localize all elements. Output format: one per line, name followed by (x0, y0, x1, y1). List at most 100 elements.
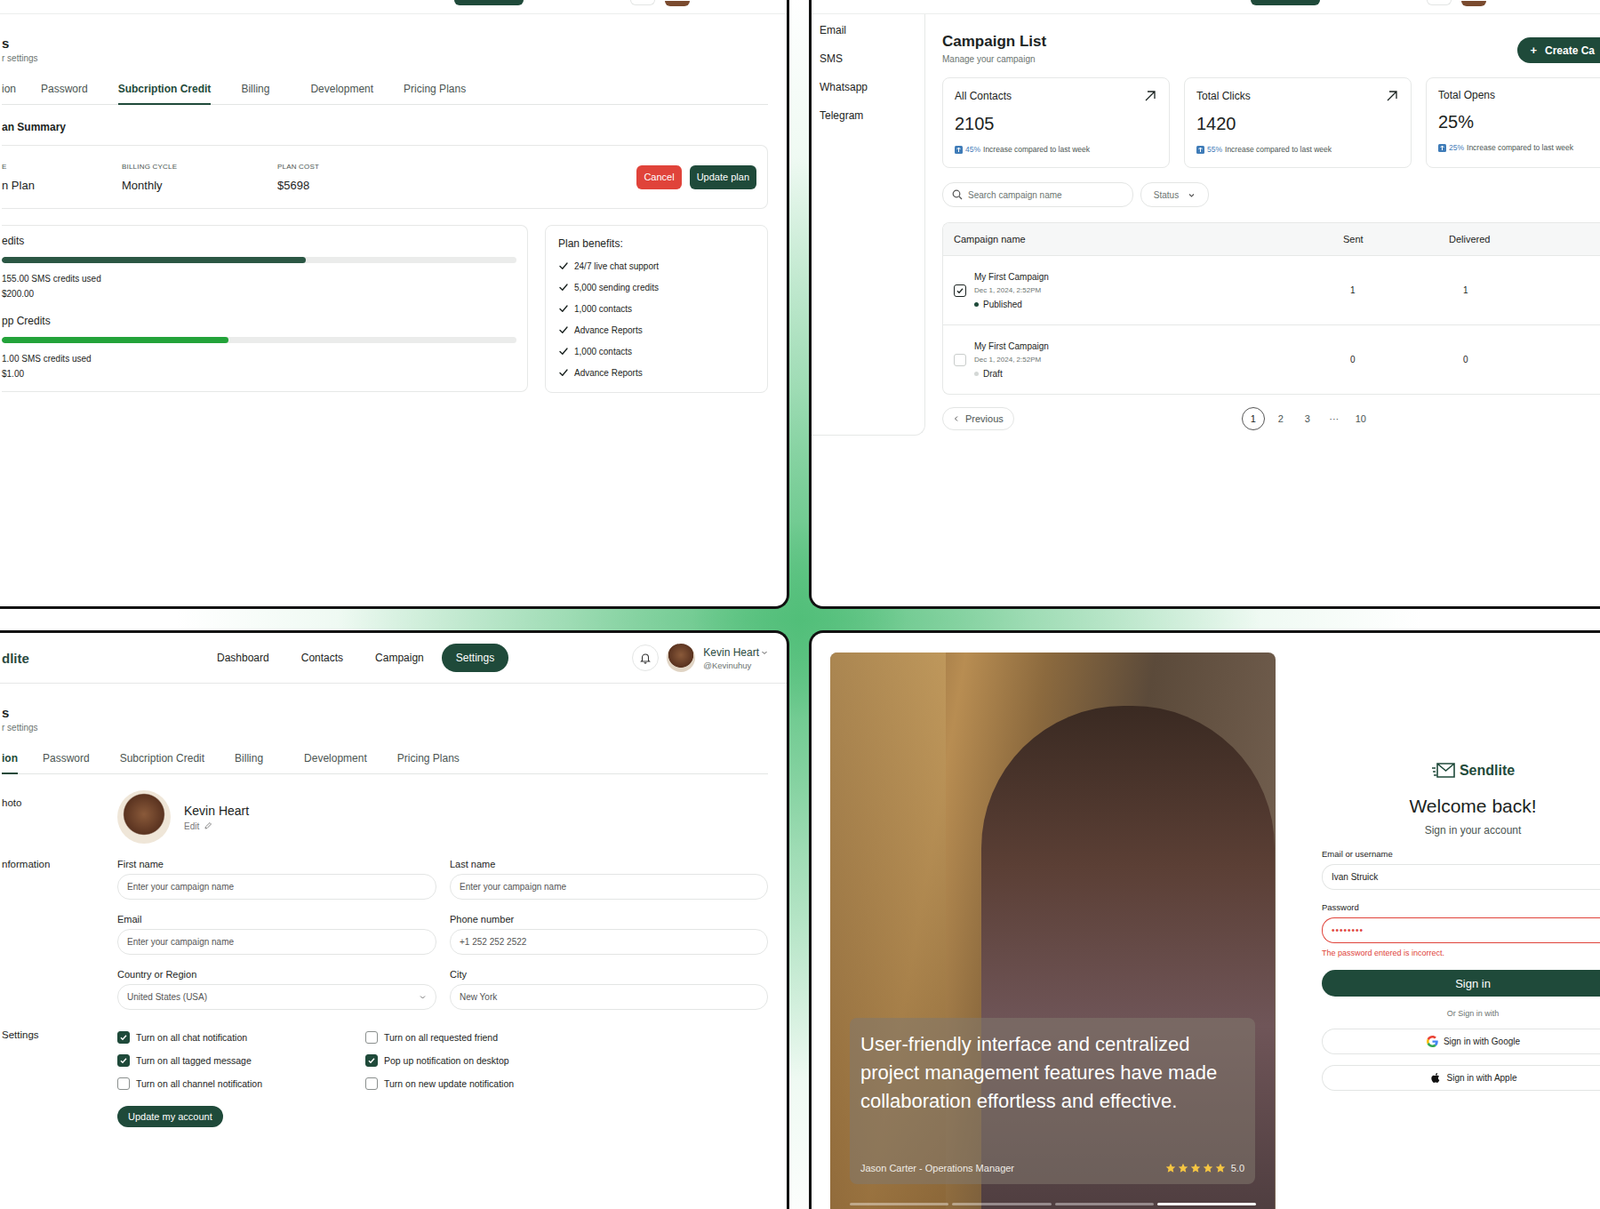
showcase: sr settingsionPasswordSubcription Credit… (0, 0, 1600, 1209)
page-button[interactable]: 1 (1241, 407, 1265, 431)
edit-button[interactable]: Edit (184, 821, 249, 832)
search-icon (952, 189, 963, 200)
section-label: Settings (1, 1029, 118, 1128)
slide-dot[interactable] (849, 1202, 949, 1206)
tab[interactable]: Billing (234, 752, 264, 775)
checkbox[interactable] (365, 1077, 378, 1090)
status-dropdown[interactable]: Status (1140, 182, 1209, 208)
search-field[interactable]: Search campaign name (942, 182, 1134, 208)
previous-button[interactable]: Previous (942, 407, 1015, 431)
social-sign-in-button[interactable]: Sign in with Google (1321, 1028, 1600, 1055)
bell-button[interactable] (632, 644, 659, 672)
profile-photo[interactable] (117, 790, 171, 844)
avatar[interactable] (666, 643, 696, 672)
slide-dot[interactable] (1055, 1202, 1154, 1206)
star-icon (1177, 1162, 1189, 1174)
tab[interactable]: Development (304, 752, 368, 775)
text-input[interactable]: Enter your campaign name (117, 873, 437, 900)
tab[interactable]: ion (1, 82, 16, 105)
check-icon (558, 303, 569, 314)
campaign-table: Campaign nameSentDeliveredMy First Campa… (942, 222, 1600, 395)
apple-icon (1430, 1072, 1442, 1084)
tab[interactable]: Pricing Plans (403, 82, 466, 105)
nav-item[interactable]: Contacts (287, 643, 358, 672)
login-field: Password••••••••The password entered is … (1321, 902, 1600, 958)
sidebar-item[interactable]: Telegram (819, 109, 925, 138)
form-field: First nameEnter your campaign name (117, 858, 437, 900)
page-button[interactable]: 2 (1270, 408, 1292, 430)
avatar[interactable] (664, 0, 690, 7)
star-icon (1202, 1162, 1214, 1174)
arrow-up-right-icon (1143, 88, 1158, 104)
sidebar-item[interactable]: Whatsapp (819, 80, 925, 110)
bell-button[interactable] (630, 0, 656, 6)
header-button[interactable] (454, 0, 524, 6)
checkbox[interactable] (117, 1054, 130, 1067)
tab[interactable]: ion (1, 752, 18, 775)
text-input[interactable]: Enter your campaign name (117, 928, 437, 955)
tab[interactable]: Development (310, 82, 374, 105)
page-button[interactable]: 10 (1350, 408, 1372, 430)
form-field: Country or RegionUnited States (USA) (117, 968, 437, 1010)
row-checkbox[interactable] (953, 353, 967, 367)
login-field: Email or usernameIvan Struick (1321, 848, 1600, 890)
text-input[interactable]: New York (449, 984, 768, 1010)
section-title: an Summary (1, 120, 768, 134)
row-checkbox[interactable] (953, 284, 967, 297)
social-sign-in-button[interactable]: Sign in with Apple (1321, 1064, 1600, 1091)
sidebar-item[interactable]: Email (819, 24, 925, 53)
checkbox[interactable] (365, 1054, 378, 1067)
nav-item[interactable]: Settings (441, 643, 509, 672)
tab[interactable]: Pricing Plans (397, 752, 460, 775)
credit-item: edits155.00 SMS credits used$200.00 (1, 234, 517, 299)
text-input[interactable]: Ivan Struick (1321, 864, 1600, 890)
text-input[interactable]: •••••••• (1321, 917, 1600, 944)
tab[interactable]: Billing (240, 82, 270, 105)
checkbox[interactable] (365, 1031, 378, 1044)
plan-button[interactable]: Cancel (636, 165, 681, 190)
header-button[interactable] (1250, 0, 1320, 6)
trend-icon (1196, 145, 1205, 154)
page-button[interactable]: ··· (1323, 408, 1345, 430)
carousel-indicator (849, 1202, 1256, 1206)
update-account-button[interactable]: Update my account (117, 1105, 224, 1128)
nav-item[interactable]: Dashboard (202, 643, 284, 672)
checkbox[interactable] (117, 1031, 130, 1044)
check-icon (558, 281, 569, 293)
slide-dot[interactable] (952, 1202, 1051, 1206)
tab[interactable]: Password (42, 752, 90, 775)
checkbox-row[interactable]: Turn on all tagged message (117, 1052, 366, 1069)
envelope-logo-icon (1431, 761, 1456, 780)
create-campaign-button[interactable]: +Create Ca (1517, 37, 1600, 64)
slide-dot[interactable] (1157, 1202, 1256, 1206)
checkbox-row[interactable]: Turn on all chat notification (117, 1029, 366, 1046)
text-input[interactable]: United States (USA) (117, 984, 437, 1010)
tab[interactable]: Subcription Credit (118, 82, 212, 105)
form-field: Last nameEnter your campaign name (449, 858, 768, 900)
benefits-card: Plan benefits:24/7 live chat support5,00… (544, 224, 768, 393)
checkbox[interactable] (117, 1077, 130, 1090)
text-input[interactable]: Enter your campaign name (449, 873, 768, 900)
check-icon (558, 260, 569, 272)
bell-button[interactable] (1426, 0, 1452, 6)
checkbox-row[interactable]: Pop up notification on desktop (365, 1052, 768, 1069)
text-input[interactable]: +1 252 252 2522 (449, 928, 768, 955)
logo[interactable]: dlite (1, 650, 203, 666)
tab[interactable]: Subcription Credit (120, 752, 205, 775)
tab[interactable]: Password (40, 82, 88, 105)
sidebar-item[interactable]: SMS (819, 52, 925, 81)
login-screen: User-friendly interface and centralized … (808, 630, 1600, 1209)
sign-in-button[interactable]: Sign in (1321, 969, 1600, 997)
checkbox-row[interactable]: Turn on all channel notification (117, 1075, 366, 1092)
checkbox-row[interactable]: Turn on all requested friend (365, 1029, 768, 1046)
plan-button[interactable]: Update plan (689, 165, 757, 190)
avatar[interactable] (1461, 0, 1487, 7)
checkbox-row[interactable]: Turn on new update notification (365, 1075, 768, 1092)
table-row[interactable]: My First CampaignDec 1, 2024, 2:52PMPubl… (943, 256, 1600, 326)
page-button[interactable]: 3 (1296, 408, 1319, 430)
nav-item[interactable]: Campaign (360, 643, 439, 672)
table-row[interactable]: My First CampaignDec 1, 2024, 2:52PMDraf… (943, 325, 1600, 394)
plan-field: BILLING CYCLEMonthly (121, 162, 278, 192)
channel-sidebar: EmailSMSWhatsappTelegram (811, 14, 926, 436)
chevron-down-icon (1187, 191, 1196, 200)
